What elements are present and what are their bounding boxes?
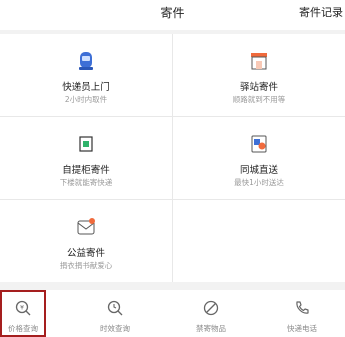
station-icon (247, 49, 271, 73)
courier-icon (74, 49, 98, 73)
service-desc: 捐衣捐书献爱心 (59, 261, 113, 270)
service-courier-pickup[interactable]: 快递员上门 2小时内取件 (0, 34, 172, 116)
bottom-toolbar: ¥ 价格查询 时效查询 禁寄物品 快递电话 (0, 290, 345, 337)
service-name: 同城直送 (239, 165, 278, 176)
page-title: 寄件 (160, 6, 185, 20)
service-city-delivery[interactable]: 同城直送 最快1小时送达 (173, 117, 345, 199)
tool-label: 快递电话 (287, 324, 317, 333)
service-desc: 下楼就能寄快递 (59, 178, 113, 187)
charity-icon (74, 215, 98, 239)
service-name: 快递员上门 (62, 82, 110, 93)
service-name: 公益寄件 (66, 248, 105, 259)
price-query-button[interactable]: ¥ 价格查询 (0, 290, 46, 337)
time-query-button[interactable]: 时效查询 (72, 290, 158, 337)
city-delivery-icon (247, 132, 271, 156)
express-phone-button[interactable]: 快递电话 (259, 290, 345, 337)
tool-label: 禁寄物品 (196, 324, 226, 333)
service-station-send[interactable]: 驿站寄件 顺路就到不用等 (173, 34, 345, 116)
svg-text:¥: ¥ (20, 305, 24, 312)
header-bar: 寄件 寄件记录 (0, 0, 345, 30)
time-search-icon (106, 299, 124, 317)
price-search-icon: ¥ (14, 299, 32, 317)
tool-label: 时效查询 (100, 324, 130, 333)
shipping-records-link[interactable]: 寄件记录 (299, 4, 343, 20)
prohibited-icon (202, 299, 220, 317)
prohibited-items-button[interactable]: 禁寄物品 (168, 290, 254, 337)
phone-icon (293, 299, 311, 317)
service-charity-send[interactable]: 公益寄件 捐衣捐书献爱心 (0, 200, 172, 282)
locker-icon (74, 132, 98, 156)
service-desc: 最快1小时送达 (234, 178, 284, 187)
service-name: 驿站寄件 (239, 82, 278, 93)
service-grid: 快递员上门 2小时内取件 驿站寄件 顺路就到不用等 自提柜寄件 下楼就能寄快递 (0, 34, 345, 282)
service-locker-send[interactable]: 自提柜寄件 下楼就能寄快递 (0, 117, 172, 199)
service-desc: 2小时内取件 (64, 95, 108, 104)
service-name: 自提柜寄件 (62, 165, 110, 176)
service-desc: 顺路就到不用等 (232, 95, 286, 104)
tool-label: 价格查询 (8, 324, 38, 333)
